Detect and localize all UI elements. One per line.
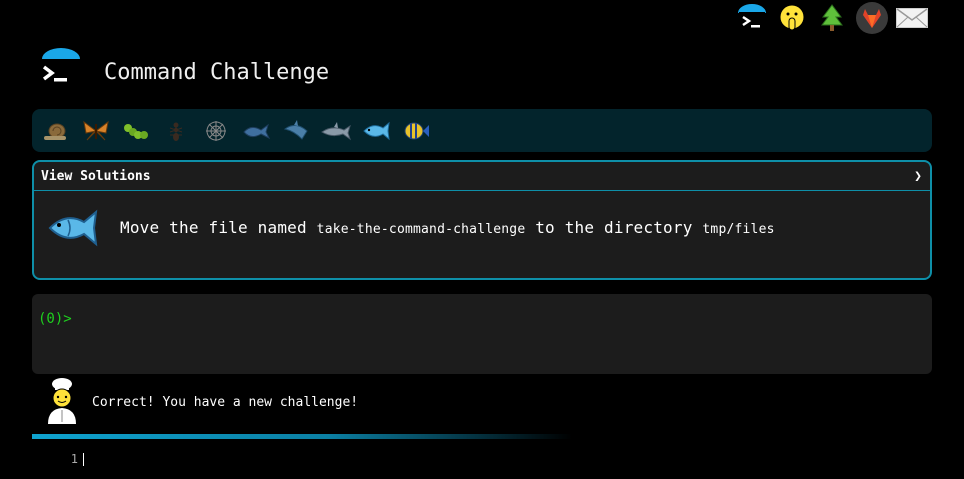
level-spider-web-icon[interactable] bbox=[196, 109, 236, 152]
logo[interactable] bbox=[38, 47, 84, 95]
view-solutions-toggle[interactable]: View Solutions ❯ bbox=[34, 162, 930, 191]
challenge-filename: take-the-command-challenge bbox=[316, 221, 526, 237]
level-bar bbox=[32, 109, 932, 152]
level-dolphin-icon[interactable] bbox=[316, 109, 356, 152]
terminal[interactable]: (0)> bbox=[32, 294, 932, 374]
text-cursor bbox=[83, 453, 84, 466]
chevron-right-icon: ❯ bbox=[914, 168, 922, 184]
level-whale-icon[interactable] bbox=[236, 109, 276, 152]
challenge-directory: tmp/files bbox=[702, 221, 775, 237]
progress-bar bbox=[32, 434, 572, 439]
challenge-task: Move the file named take-the-command-cha… bbox=[44, 206, 775, 248]
fish-icon bbox=[48, 209, 98, 247]
view-solutions-label: View Solutions bbox=[41, 168, 151, 184]
challenge-description: Move the file named take-the-command-cha… bbox=[120, 218, 775, 237]
challenge-text-1: Move the file named bbox=[120, 217, 307, 237]
level-shark-icon[interactable] bbox=[276, 109, 316, 152]
feedback-message: Correct! You have a new challenge! bbox=[92, 395, 359, 410]
level-fish-icon[interactable] bbox=[356, 109, 396, 152]
level-butterfly-icon[interactable] bbox=[76, 109, 116, 152]
challenge-panel: View Solutions ❯ Move the file named tak… bbox=[32, 160, 932, 280]
terminal-prompt: (0)> bbox=[38, 311, 72, 327]
level-caterpillar-icon[interactable] bbox=[116, 109, 156, 152]
mail-icon[interactable] bbox=[892, 0, 932, 36]
page-title: Command Challenge bbox=[104, 60, 330, 85]
level-tropical-fish-icon[interactable] bbox=[396, 109, 436, 152]
challenge-text-2: to the directory bbox=[535, 217, 693, 237]
emoji-shush-icon[interactable] bbox=[772, 0, 812, 36]
chef-icon bbox=[44, 376, 80, 428]
top-icons bbox=[732, 0, 932, 36]
level-snail-icon[interactable] bbox=[36, 109, 76, 152]
level-ant-icon[interactable] bbox=[156, 109, 196, 152]
command-editor[interactable]: 1 bbox=[32, 452, 84, 466]
line-number: 1 bbox=[70, 452, 78, 466]
terminal-logo-icon[interactable] bbox=[732, 0, 772, 36]
tree-icon[interactable] bbox=[812, 0, 852, 36]
gitlab-icon[interactable] bbox=[852, 0, 892, 36]
